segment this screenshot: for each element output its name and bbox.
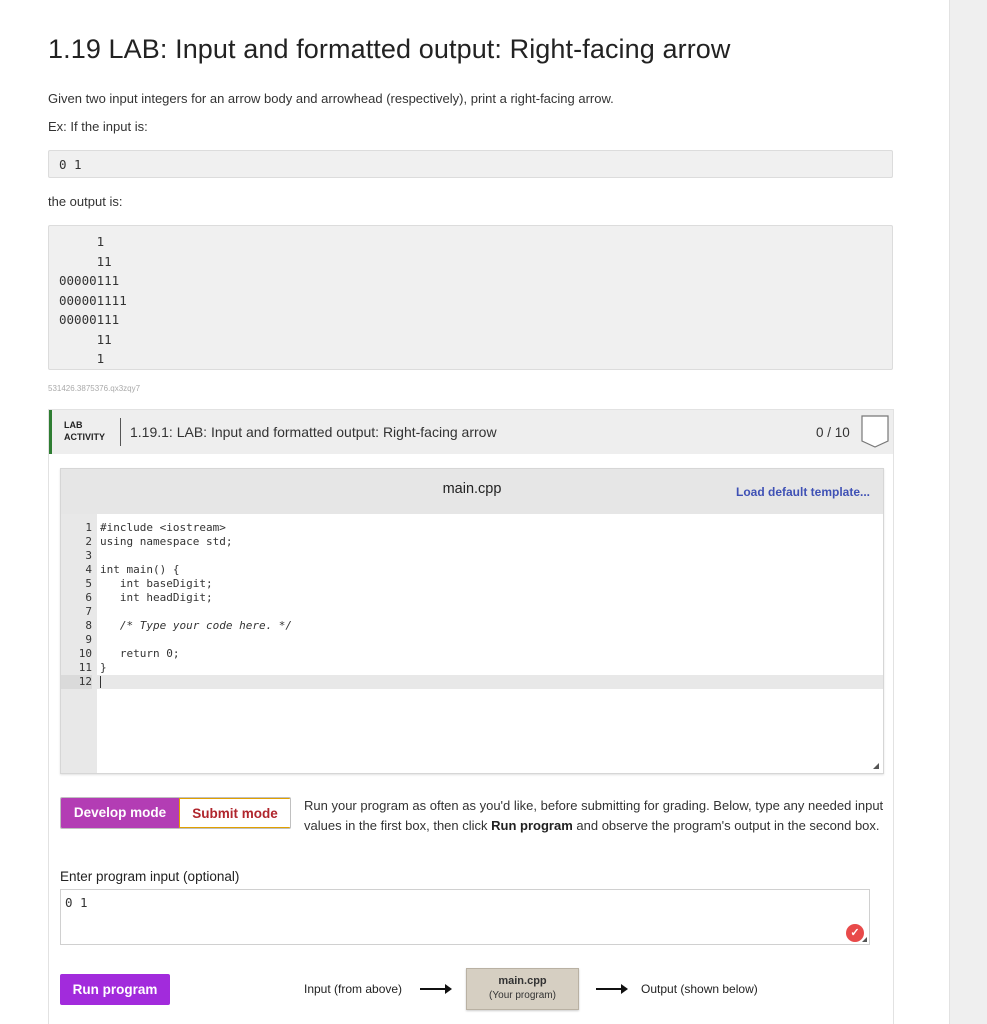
code-text <box>100 675 101 689</box>
arrow-right-icon <box>420 984 452 994</box>
code-line: 2 using namespace std; <box>61 535 883 549</box>
input-resize-handle[interactable] <box>862 937 867 942</box>
lab-id: 531426.3875376.qx3zqy7 <box>48 384 141 393</box>
example-output-line: 1 <box>59 351 105 366</box>
output-intro: the output is: <box>48 194 123 209</box>
example-intro: Ex: If the input is: <box>48 119 148 134</box>
run-program-button[interactable]: Run program <box>60 974 170 1005</box>
mode-description: Run your program as often as you'd like,… <box>304 798 884 833</box>
lab-description: Given two input integers for an arrow bo… <box>48 91 614 106</box>
code-text: using namespace std; <box>100 535 233 548</box>
program-filename: main.cpp <box>498 975 547 987</box>
code-line: 7 <box>61 605 883 619</box>
example-output-line: 000001111 <box>59 292 127 308</box>
score-badge-icon <box>861 415 889 448</box>
program-subtitle: (Your program) <box>489 990 556 1001</box>
example-output-line: 11 <box>59 331 112 347</box>
code-text: #include <iostream> <box>100 521 226 534</box>
code-text: int baseDigit; <box>100 577 213 590</box>
line-number: 5 <box>85 577 92 590</box>
example-output-line: 11 <box>59 253 112 269</box>
lab-header: LAB ACTIVITY 1.19.1: LAB: Input and form… <box>49 410 893 454</box>
line-number: 6 <box>85 591 92 604</box>
code-line: 3 <box>61 549 883 563</box>
line-number: 11 <box>78 661 92 674</box>
example-output-line: 00000111 <box>59 273 120 288</box>
lab-activity-tag: LAB ACTIVITY <box>64 419 105 443</box>
code-line: 9 <box>61 633 883 647</box>
code-line: 10 return 0; <box>61 647 883 661</box>
lab-name: 1.19.1: LAB: Input and formatted output:… <box>130 424 497 440</box>
line-number: 12 <box>61 675 92 689</box>
code-line: 5 int baseDigit; <box>61 577 883 591</box>
example-output-line: 00000111 <box>59 312 120 327</box>
arrow-right-icon <box>596 984 628 994</box>
lab-tag-line1: LAB <box>64 420 83 430</box>
page-title: 1.19 LAB: Input and formatted output: Ri… <box>48 34 731 64</box>
line-number: 9 <box>85 633 92 646</box>
code-line: 1 #include <iostream> <box>61 521 883 535</box>
code-text: return 0; <box>100 647 180 660</box>
run-program-emphasis: Run program <box>491 817 573 833</box>
line-number: 2 <box>85 535 92 548</box>
code-text: int headDigit; <box>100 591 213 604</box>
example-output-box: 1 11 00000111 000001111 00000111 11 1 <box>48 225 893 370</box>
flow-output-label: Output (shown below) <box>641 982 758 996</box>
code-line: 4 int main() { <box>61 563 883 577</box>
header-divider <box>120 418 121 446</box>
code-line: 11} <box>61 661 883 675</box>
line-number: 7 <box>85 605 92 618</box>
submit-mode-button[interactable]: Submit mode <box>179 798 290 828</box>
program-input-field[interactable]: 0 1 <box>60 889 870 945</box>
load-default-template-link[interactable]: Load default template... <box>736 485 870 499</box>
lab-score: 0 / 10 <box>816 425 850 440</box>
editor-toolbar: main.cpp Load default template... <box>61 469 883 514</box>
right-sidebar <box>949 0 987 1024</box>
code-text: } <box>100 661 107 674</box>
code-line: 6 int headDigit; <box>61 591 883 605</box>
line-number: 8 <box>85 619 92 632</box>
code-editor[interactable]: main.cpp Load default template... 1 #incl… <box>60 468 884 774</box>
text-cursor <box>100 676 101 688</box>
example-input-box: 0 1 <box>48 150 893 178</box>
lab-activity-panel: LAB ACTIVITY 1.19.1: LAB: Input and form… <box>48 409 894 1024</box>
code-line-active: 12 <box>61 675 883 689</box>
example-output-line: 1 <box>59 234 105 249</box>
code-line: 8 /* Type your code here. */ <box>61 619 883 633</box>
code-text: int main() { <box>100 563 180 576</box>
program-box: main.cpp (Your program) <box>466 968 579 1010</box>
line-number: 3 <box>85 549 92 562</box>
program-input-label: Enter program input (optional) <box>60 869 240 884</box>
line-number: 10 <box>78 647 92 660</box>
develop-mode-button[interactable]: Develop mode <box>61 798 179 828</box>
line-number: 1 <box>85 521 92 534</box>
line-number: 4 <box>85 563 92 576</box>
content-page: 1.19 LAB: Input and formatted output: Ri… <box>0 0 949 1024</box>
code-text: /* Type your code here. */ <box>100 619 293 632</box>
flow-input-label: Input (from above) <box>304 982 403 996</box>
editor-resize-handle[interactable] <box>873 763 879 769</box>
mode-toggle: Develop mode Submit mode <box>60 797 291 829</box>
lab-tag-line2: ACTIVITY <box>64 432 106 442</box>
